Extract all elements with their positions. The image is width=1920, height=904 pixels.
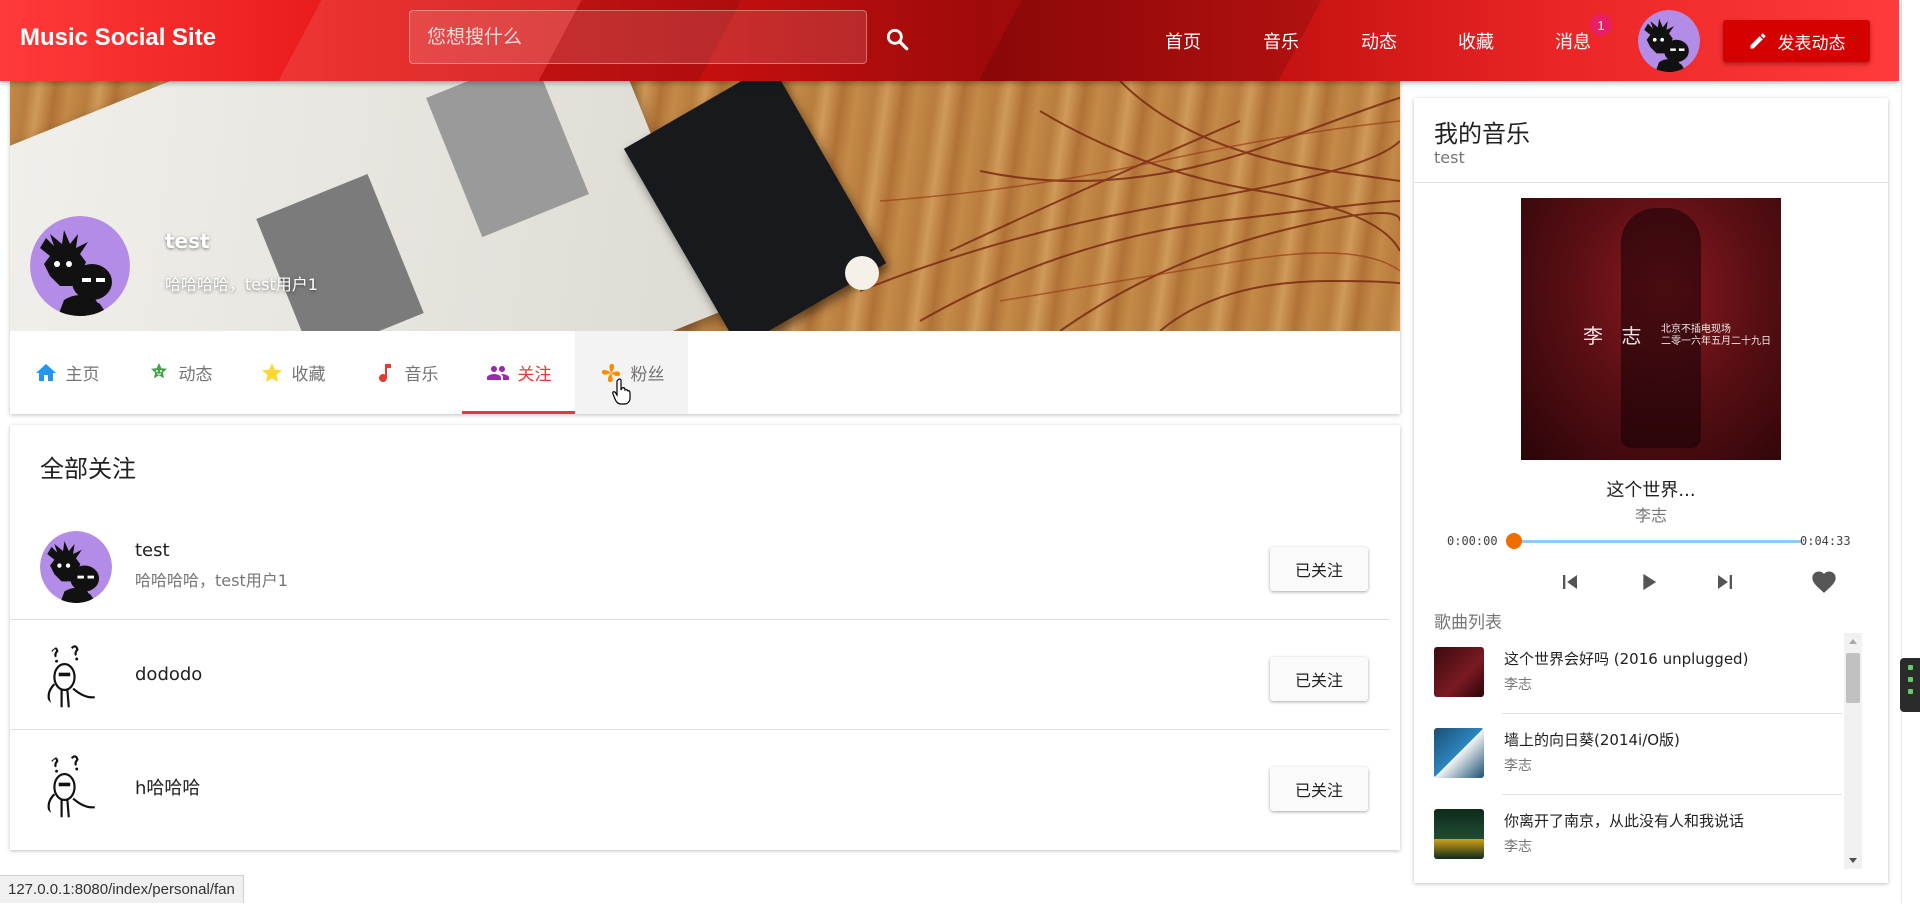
side-widget-icon[interactable] xyxy=(1900,658,1920,712)
nav-feed[interactable]: 动态 xyxy=(1361,28,1397,54)
song-artist: 李志 xyxy=(1504,677,1532,693)
my-music-title: 我的音乐 xyxy=(1434,120,1530,148)
hand-cursor-icon xyxy=(612,378,632,406)
unfollow-button[interactable]: 已关注 xyxy=(1270,547,1368,591)
playlist-item[interactable]: 墙上的向日葵(2014i/O版) 李志 xyxy=(1414,714,1842,795)
playlist: 这个世界会好吗 (2016 unplugged) 李志 墙上的向日葵(2014i… xyxy=(1414,633,1874,869)
star-icon xyxy=(261,362,282,382)
page-scrollbar[interactable] xyxy=(1901,0,1920,903)
current-song-artist: 李志 xyxy=(1634,506,1667,525)
tab-home-label: 主页 xyxy=(65,365,100,385)
follow-avatar[interactable] xyxy=(40,641,112,713)
following-list-card: 全部关注 test 哈哈哈哈，test用户1 已关注 dododo 已关注 h哈… xyxy=(10,425,1400,850)
album-cover-date: 二零一六年五月二十九日 xyxy=(1661,336,1771,347)
nav-favorites[interactable]: 收藏 xyxy=(1458,28,1494,54)
music-note-icon xyxy=(378,363,391,382)
site-brand[interactable]: Music Social Site xyxy=(20,24,216,52)
tab-fans-label: 粉丝 xyxy=(630,365,665,385)
list-item[interactable]: test 哈哈哈哈，test用户1 已关注 xyxy=(10,510,1390,620)
app-bar: Music Social Site 首页 音乐 动态 收藏 消息 1 发表动态 xyxy=(0,0,1899,81)
album-cover-artist: 李 志 xyxy=(1583,324,1648,348)
search-input[interactable] xyxy=(425,25,866,49)
follow-bio: 哈哈哈哈，test用户1 xyxy=(135,571,288,590)
home-icon xyxy=(35,363,56,381)
profile-tabs: 主页 动态 收藏 音乐 关注 粉丝 xyxy=(10,331,1400,414)
playlist-item[interactable]: 你离开了南京，从此没有人和我说话 李志 xyxy=(1414,795,1842,869)
tab-following[interactable]: 关注 xyxy=(462,331,575,414)
tab-home[interactable]: 主页 xyxy=(10,331,123,414)
album-cover: 李 志 北京不插电现场 二零一六年五月二十九日 xyxy=(1521,198,1781,460)
song-artist: 李志 xyxy=(1504,758,1532,774)
nav-music[interactable]: 音乐 xyxy=(1263,28,1299,54)
total-duration: 0:04:33 xyxy=(1800,534,1851,548)
song-name: 墙上的向日葵(2014i/O版) xyxy=(1504,731,1680,749)
search-box[interactable] xyxy=(409,10,867,64)
follow-name[interactable]: test xyxy=(135,540,170,561)
song-name: 这个世界会好吗 (2016 unplugged) xyxy=(1504,650,1749,668)
progress-slider-thumb[interactable] xyxy=(1506,533,1522,549)
profile-bio: 哈哈哈哈，test用户1 xyxy=(165,275,318,294)
play-icon[interactable] xyxy=(1634,568,1662,596)
song-thumbnail xyxy=(1434,809,1484,859)
follow-name[interactable]: h哈哈哈 xyxy=(135,774,200,800)
progress-slider[interactable] xyxy=(1514,540,1801,543)
my-music-card: 我的音乐 test 李 志 北京不插电现场 二零一六年五月二十九日 这个世界..… xyxy=(1414,98,1888,883)
elapsed-time: 0:00:00 xyxy=(1447,534,1498,548)
tab-feed[interactable]: 动态 xyxy=(123,331,236,414)
playlist-scrollbar[interactable] xyxy=(1844,633,1862,869)
search-icon[interactable] xyxy=(884,26,910,52)
playlist-label: 歌曲列表 xyxy=(1434,613,1502,633)
follow-avatar[interactable] xyxy=(40,531,112,603)
my-music-owner: test xyxy=(1434,148,1465,167)
nav-messages[interactable]: 消息 xyxy=(1555,28,1591,54)
list-item[interactable]: dododo 已关注 xyxy=(10,620,1390,730)
heart-icon[interactable] xyxy=(1810,568,1838,596)
tab-following-label: 关注 xyxy=(517,365,552,385)
tab-favorites-label: 收藏 xyxy=(291,365,326,385)
unfollow-button[interactable]: 已关注 xyxy=(1270,657,1368,701)
notification-badge: 1 xyxy=(1590,14,1612,36)
user-avatar[interactable] xyxy=(1638,10,1700,72)
divider xyxy=(1414,182,1888,183)
song-name: 你离开了南京，从此没有人和我说话 xyxy=(1504,812,1745,830)
people-icon xyxy=(486,365,509,380)
pencil-icon xyxy=(1750,33,1765,49)
tab-music-label: 音乐 xyxy=(404,365,439,385)
tab-feed-label: 动态 xyxy=(178,365,213,385)
tab-favorites[interactable]: 收藏 xyxy=(236,331,349,414)
list-item[interactable]: h哈哈哈 已关注 xyxy=(10,730,1390,840)
previous-track-icon[interactable] xyxy=(1556,568,1584,596)
playlist-item[interactable]: 这个世界会好吗 (2016 unplugged) 李志 xyxy=(1414,633,1842,714)
status-bar-url: 127.0.0.1:8080/index/personal/fan xyxy=(0,875,244,903)
post-status-label: 发表动态 xyxy=(1777,33,1846,54)
profile-avatar[interactable] xyxy=(30,216,130,316)
post-status-button[interactable]: 发表动态 xyxy=(1723,20,1870,62)
tab-music[interactable]: 音乐 xyxy=(349,331,462,414)
unfollow-button[interactable]: 已关注 xyxy=(1270,767,1368,811)
song-thumbnail xyxy=(1434,647,1484,697)
profile-name: test xyxy=(165,229,210,253)
profile-card: test 哈哈哈哈，test用户1 主页 动态 收藏 音乐 关注 粉丝 xyxy=(10,81,1400,414)
follow-avatar[interactable] xyxy=(40,751,112,823)
following-list-title: 全部关注 xyxy=(40,455,136,483)
nav-home[interactable]: 首页 xyxy=(1165,28,1201,54)
current-song-title: 这个世界... xyxy=(1606,480,1696,501)
song-thumbnail xyxy=(1434,728,1484,778)
next-track-icon[interactable] xyxy=(1711,568,1739,596)
song-artist: 李志 xyxy=(1504,839,1532,855)
follow-name[interactable]: dododo xyxy=(135,664,202,685)
album-cover-title: 北京不插电现场 xyxy=(1661,324,1731,335)
face-icon xyxy=(150,362,167,378)
